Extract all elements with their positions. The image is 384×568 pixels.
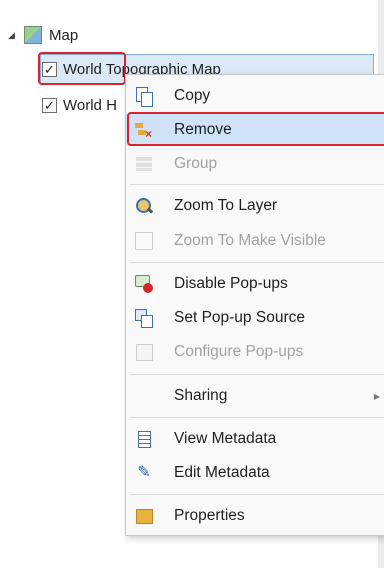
menu-item-set-popup-source[interactable]: Set Pop-up Source: [126, 302, 384, 334]
menu-item-edit-metadata[interactable]: ✎ Edit Metadata: [126, 457, 384, 489]
menu-item-label: Edit Metadata: [174, 464, 270, 481]
menu-separator: [130, 262, 384, 263]
edit-metadata-icon: ✎: [137, 464, 151, 481]
set-popup-source-icon: [135, 309, 153, 328]
annotation-box-remove: [127, 112, 384, 146]
zoom-to-make-visible-icon: [135, 232, 153, 250]
map-label: Map: [49, 26, 79, 44]
menu-item-label: Configure Pop-ups: [174, 343, 304, 360]
menu-separator: [130, 374, 384, 375]
disable-popups-icon: [135, 275, 153, 293]
tree-item-layer-second[interactable]: ✓ World H: [42, 94, 117, 116]
menu-item-label: Sharing: [174, 387, 228, 404]
menu-item-label: Set Pop-up Source: [174, 309, 305, 326]
menu-separator: [130, 494, 384, 495]
tree-item-map[interactable]: ◢ Map: [8, 24, 78, 46]
annotation-box-checkbox: [38, 52, 126, 85]
map-icon: [24, 26, 42, 44]
menu-item-sharing[interactable]: Sharing ▶: [126, 380, 384, 412]
menu-item-label: Group: [174, 155, 218, 172]
menu-item-disable-popups[interactable]: Disable Pop-ups: [126, 268, 384, 300]
menu-item-label: Zoom To Layer: [174, 197, 278, 214]
menu-item-label: Zoom To Make Visible: [174, 232, 326, 249]
menu-separator: [130, 417, 384, 418]
menu-item-label: Disable Pop-ups: [174, 275, 288, 292]
layer-visibility-checkbox[interactable]: ✓: [42, 97, 57, 113]
menu-item-configure-popups[interactable]: Configure Pop-ups: [126, 336, 384, 368]
copy-icon: [135, 87, 153, 107]
group-icon: [135, 155, 153, 173]
view-metadata-icon: [135, 430, 153, 448]
submenu-arrow-icon: ▶: [373, 391, 380, 401]
menu-separator: [130, 184, 384, 185]
layer-label: World H: [63, 96, 117, 114]
menu-item-view-metadata[interactable]: View Metadata: [126, 423, 384, 455]
menu-item-zoom-to-make-visible[interactable]: Zoom To Make Visible: [126, 225, 384, 257]
menu-item-label: Copy: [174, 87, 211, 104]
menu-item-zoom-to-layer[interactable]: Zoom To Layer: [126, 190, 384, 222]
configure-popups-icon: [135, 343, 153, 361]
zoom-to-layer-icon: [135, 197, 154, 215]
menu-item-label: View Metadata: [174, 430, 277, 447]
menu-item-properties[interactable]: Properties: [126, 500, 384, 532]
collapse-arrow-icon[interactable]: ◢: [8, 30, 18, 41]
properties-icon: [135, 507, 153, 525]
menu-item-copy[interactable]: Copy: [126, 80, 384, 112]
menu-item-label: Properties: [174, 507, 245, 524]
menu-item-group[interactable]: Group: [126, 148, 384, 180]
